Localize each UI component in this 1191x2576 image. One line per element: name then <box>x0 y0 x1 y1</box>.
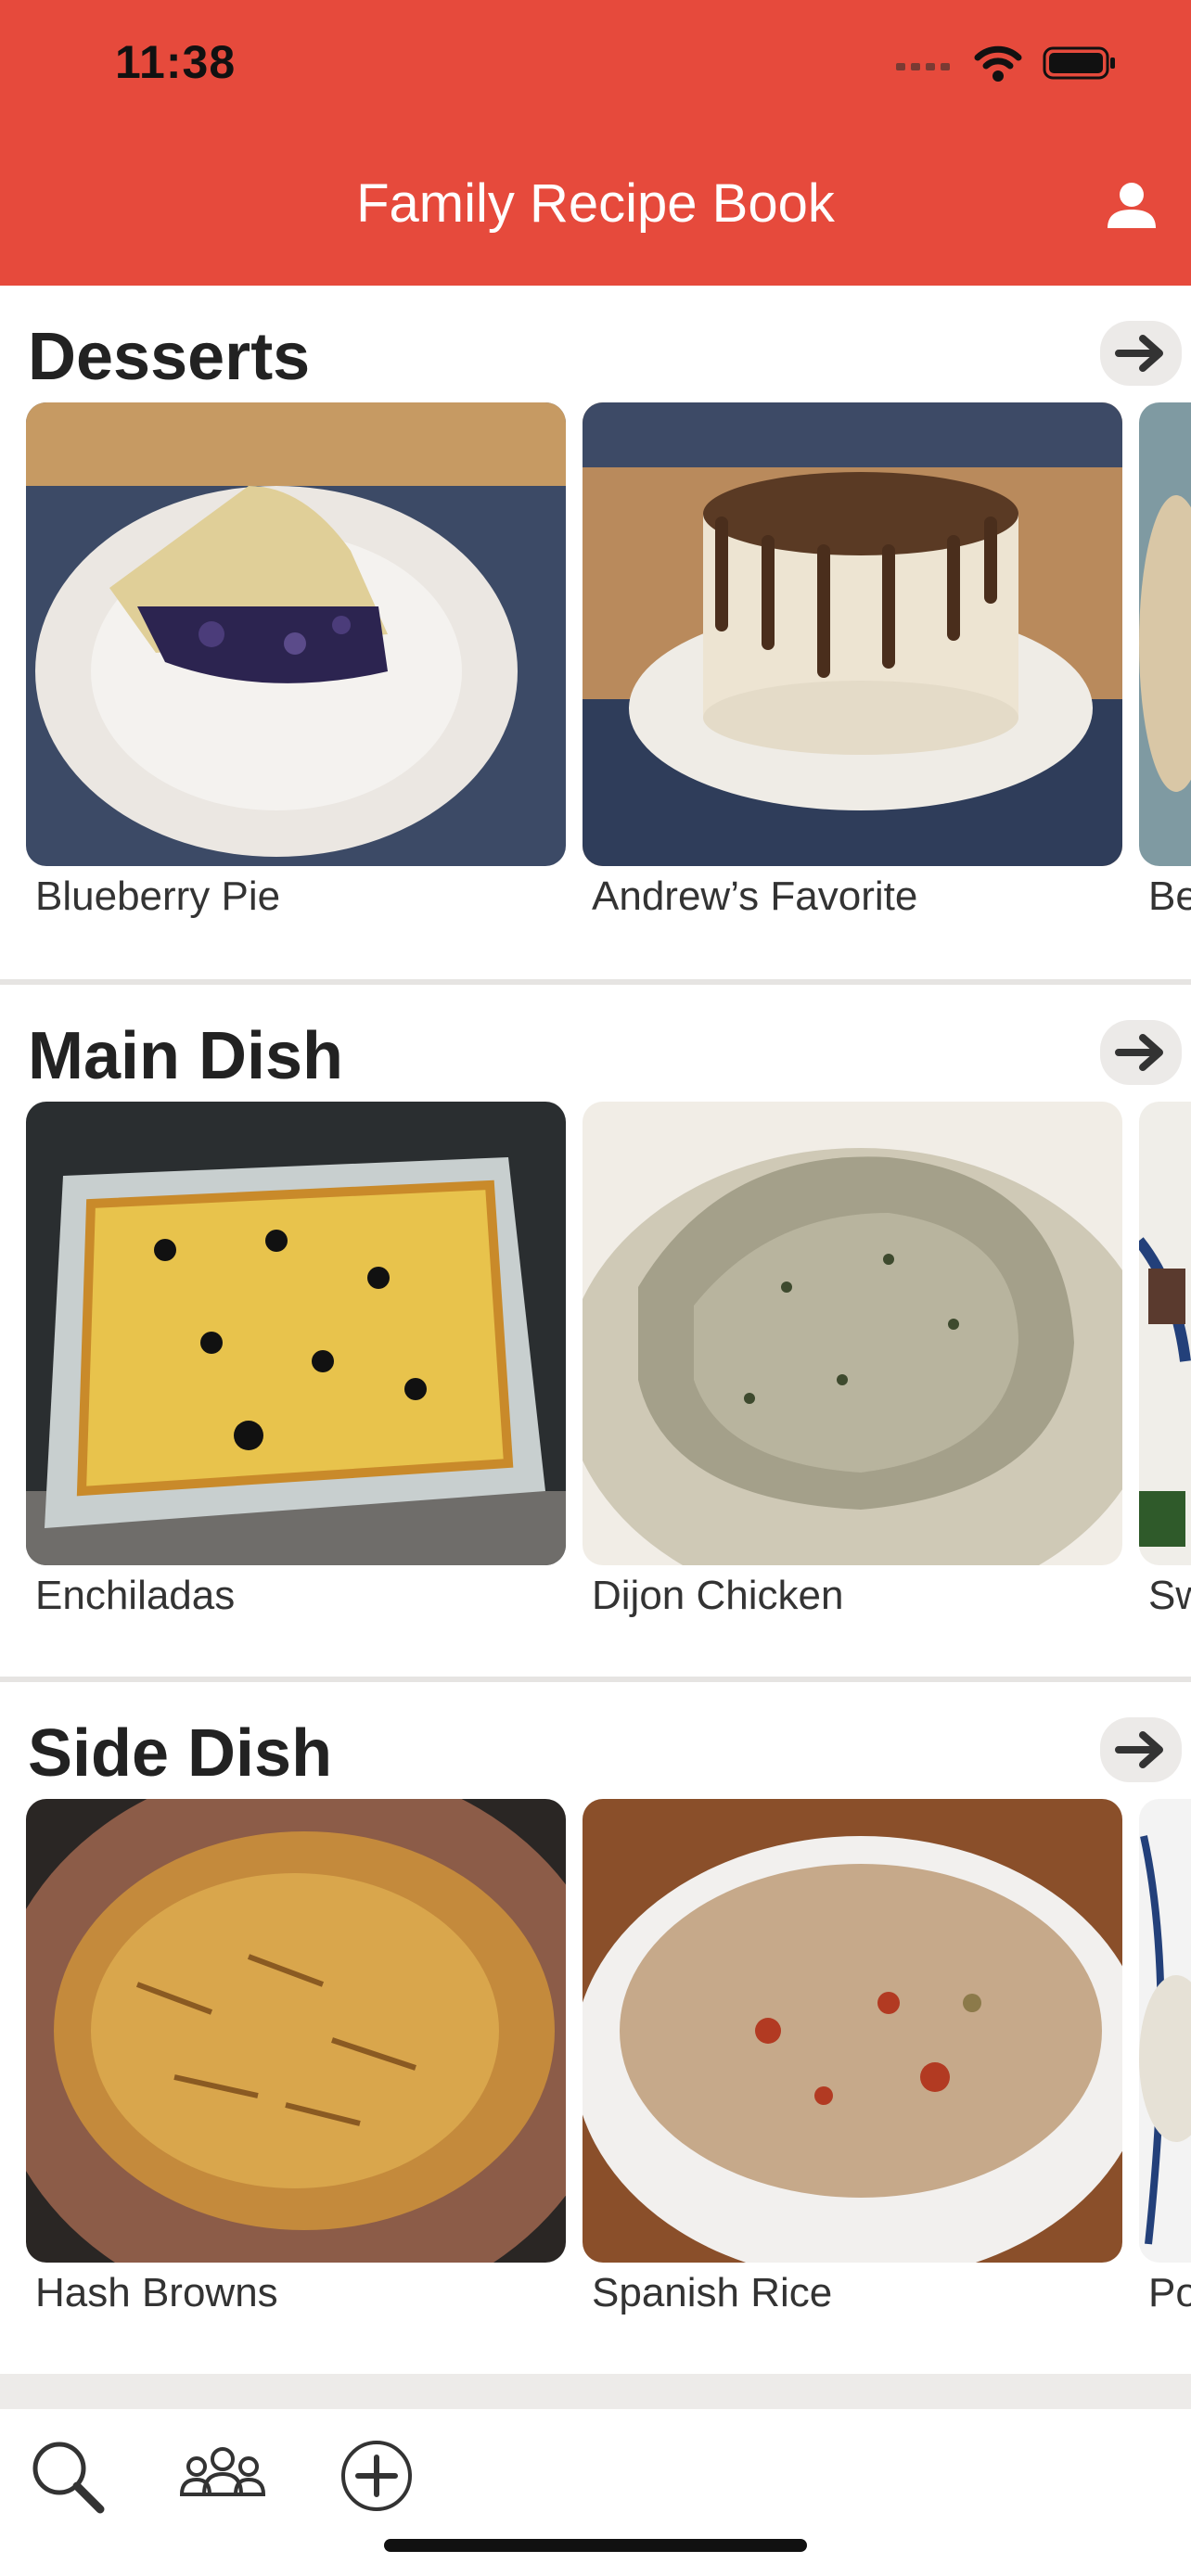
section-desserts: Desserts Blueberry Pie Andrew’s Favorite… <box>0 286 1191 983</box>
recipe-card[interactable]: Enchiladas <box>26 1102 566 1618</box>
recipe-card[interactable]: Blueberry Pie <box>26 402 566 919</box>
recipe-photo-blueberry-pie <box>26 402 566 866</box>
tab-search[interactable] <box>26 2435 109 2519</box>
recipe-card[interactable]: Po <box>1139 1799 1191 2315</box>
recipe-photo-dijon-chicken <box>583 1102 1122 1565</box>
see-all-desserts-button[interactable] <box>1100 321 1182 386</box>
recipe-label: Dijon Chicken <box>592 1573 844 1618</box>
tab-add-recipe[interactable] <box>336 2435 419 2519</box>
family-icon <box>179 2447 266 2496</box>
recipe-photo-enchiladas <box>26 1102 566 1565</box>
recipe-card[interactable]: Be <box>1139 402 1191 919</box>
recipe-card[interactable]: Dijon Chicken <box>583 1102 1122 1618</box>
home-indicator <box>384 2539 807 2552</box>
recipe-card[interactable]: Hash Browns <box>26 1799 566 2315</box>
recipe-photo-partial <box>1139 1102 1191 1565</box>
recipe-label: Be <box>1148 874 1191 919</box>
recipe-card[interactable]: Sw <box>1139 1102 1191 1618</box>
recipe-photo-andrews-favorite <box>583 402 1122 866</box>
recipe-label: Andrew’s Favorite <box>592 874 918 919</box>
wifi-icon <box>974 45 1022 82</box>
see-all-main-dish-button[interactable] <box>1100 1020 1182 1085</box>
add-circle-icon <box>341 2441 412 2511</box>
search-icon <box>32 2442 105 2514</box>
section-side-dish: Side Dish Hash Browns Spanish Rice Po <box>0 1682 1191 2379</box>
app-header: 11:38 Family Recipe Book <box>0 0 1191 286</box>
recipe-photo-hash-browns <box>26 1799 566 2263</box>
status-icons <box>896 45 1117 82</box>
see-all-side-dish-button[interactable] <box>1100 1717 1182 1782</box>
page-title: Family Recipe Book <box>356 173 835 234</box>
cellular-signal-icon <box>896 63 950 70</box>
recipe-categories[interactable]: Desserts Blueberry Pie Andrew’s Favorite… <box>0 286 1191 2409</box>
section-main-dish: Main Dish Enchiladas Dijon Chicken Sw <box>0 985 1191 1682</box>
recipe-card[interactable]: Andrew’s Favorite <box>583 402 1122 919</box>
recipe-label: Spanish Rice <box>592 2270 833 2315</box>
arrow-right-icon <box>1115 1034 1163 1071</box>
arrow-right-icon <box>1115 335 1163 372</box>
recipe-photo-spanish-rice <box>583 1799 1122 2263</box>
tab-family[interactable] <box>176 2435 269 2519</box>
recipe-label: Sw <box>1148 1573 1191 1618</box>
section-title: Main Dish <box>28 1019 344 1093</box>
profile-button[interactable] <box>1102 176 1161 236</box>
recipe-label: Po <box>1148 2270 1191 2315</box>
recipe-label: Blueberry Pie <box>35 874 281 919</box>
arrow-right-icon <box>1115 1731 1163 1768</box>
section-title: Desserts <box>28 320 311 394</box>
scroll-bottom-gap <box>0 2374 1191 2409</box>
section-title: Side Dish <box>28 1716 333 1791</box>
battery-icon <box>1043 46 1115 80</box>
recipe-card[interactable]: Spanish Rice <box>583 1799 1122 2315</box>
status-time: 11:38 <box>115 36 237 88</box>
person-icon <box>1108 183 1156 228</box>
recipe-photo-partial <box>1139 1799 1191 2263</box>
recipe-label: Enchiladas <box>35 1573 236 1618</box>
recipe-label: Hash Browns <box>35 2270 278 2315</box>
recipe-photo-partial <box>1139 402 1191 866</box>
